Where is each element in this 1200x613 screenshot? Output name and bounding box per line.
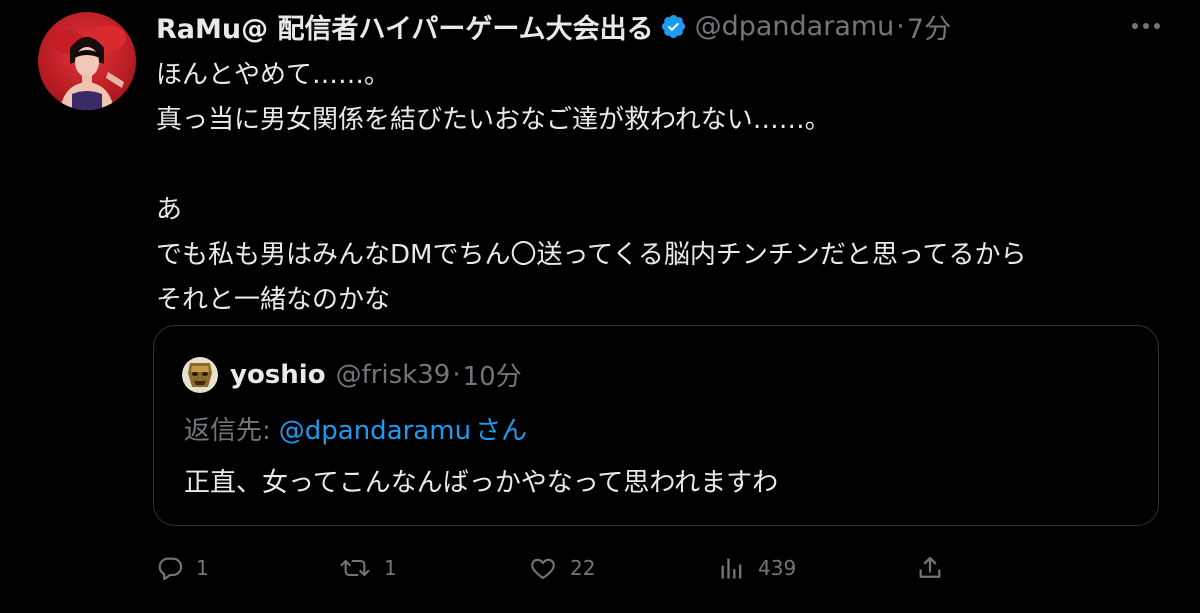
heart-icon	[528, 554, 558, 582]
tweet-actions: 1 1 22 439	[156, 548, 956, 588]
more-options-icon[interactable]	[1126, 12, 1166, 40]
profile-photo-icon	[38, 12, 136, 110]
tweet-text-line: あ	[156, 195, 183, 225]
share-icon	[916, 554, 944, 582]
author-avatar[interactable]	[38, 12, 136, 110]
quoted-tweet-text: 正直、女ってこんなんばっかやなって思われますわ	[184, 468, 779, 498]
author-display-name[interactable]: RaMu@ 配信者ハイパーゲーム大会出る	[156, 7, 654, 46]
quoted-tweet-time[interactable]: 10分	[463, 356, 522, 393]
tweet-text: ほんとやめて……。 真っ当に男女関係を結びたいおなご達が救われない……。 あ で…	[156, 53, 1027, 323]
retweet-icon	[338, 554, 372, 582]
analytics-icon	[718, 554, 746, 582]
quoted-header-separator: ·	[452, 359, 461, 390]
reply-to: 返信先: @dpandaramu さん	[184, 410, 527, 447]
tweet-text-line: ほんとやめて……。	[156, 60, 391, 90]
retweet-button[interactable]: 1	[338, 548, 397, 588]
quoted-author-handle[interactable]: @frisk39	[336, 360, 451, 390]
header-separator: ·	[896, 10, 905, 42]
tweet-text-line	[156, 143, 1027, 188]
quoted-author-display-name[interactable]: yoshio	[230, 360, 326, 390]
reply-icon	[156, 554, 184, 582]
like-count: 22	[570, 556, 596, 580]
quoted-tweet[interactable]: yoshio @frisk39 · 10分 返信先: @dpandaramu さん …	[153, 325, 1159, 526]
author-handle[interactable]: @dpandaramu	[695, 11, 895, 42]
tweet: RaMu@ 配信者ハイパーゲーム大会出る @dpandaramu · 7分 ほん…	[0, 0, 1200, 613]
reply-to-suffix: さん	[475, 416, 528, 446]
tweet-time[interactable]: 7分	[907, 7, 951, 46]
quoted-tweet-header: yoshio @frisk39 · 10分	[182, 356, 522, 393]
reply-button[interactable]: 1	[156, 548, 209, 588]
views-count: 439	[758, 556, 797, 580]
views-button[interactable]: 439	[718, 548, 796, 588]
reply-to-label: 返信先:	[184, 416, 271, 446]
verified-badge-icon[interactable]	[660, 13, 687, 40]
share-button[interactable]	[916, 548, 944, 588]
reply-count: 1	[196, 556, 209, 580]
reply-to-mention[interactable]: @dpandaramu	[279, 416, 471, 446]
tweet-text-line: でも私も男はみんなDMでちん〇送ってくる脳内チンチンだと思ってるから	[156, 240, 1027, 270]
tweet-header: RaMu@ 配信者ハイパーゲーム大会出る @dpandaramu · 7分	[156, 6, 951, 46]
tweet-text-line: それと一緒なのかな	[156, 285, 391, 315]
mask-avatar-icon	[182, 356, 218, 393]
like-button[interactable]: 22	[528, 548, 595, 588]
quoted-author-avatar[interactable]	[182, 356, 218, 393]
tweet-text-line: 真っ当に男女関係を結びたいおなご達が救われない……。	[156, 105, 831, 135]
retweet-count: 1	[384, 556, 397, 580]
